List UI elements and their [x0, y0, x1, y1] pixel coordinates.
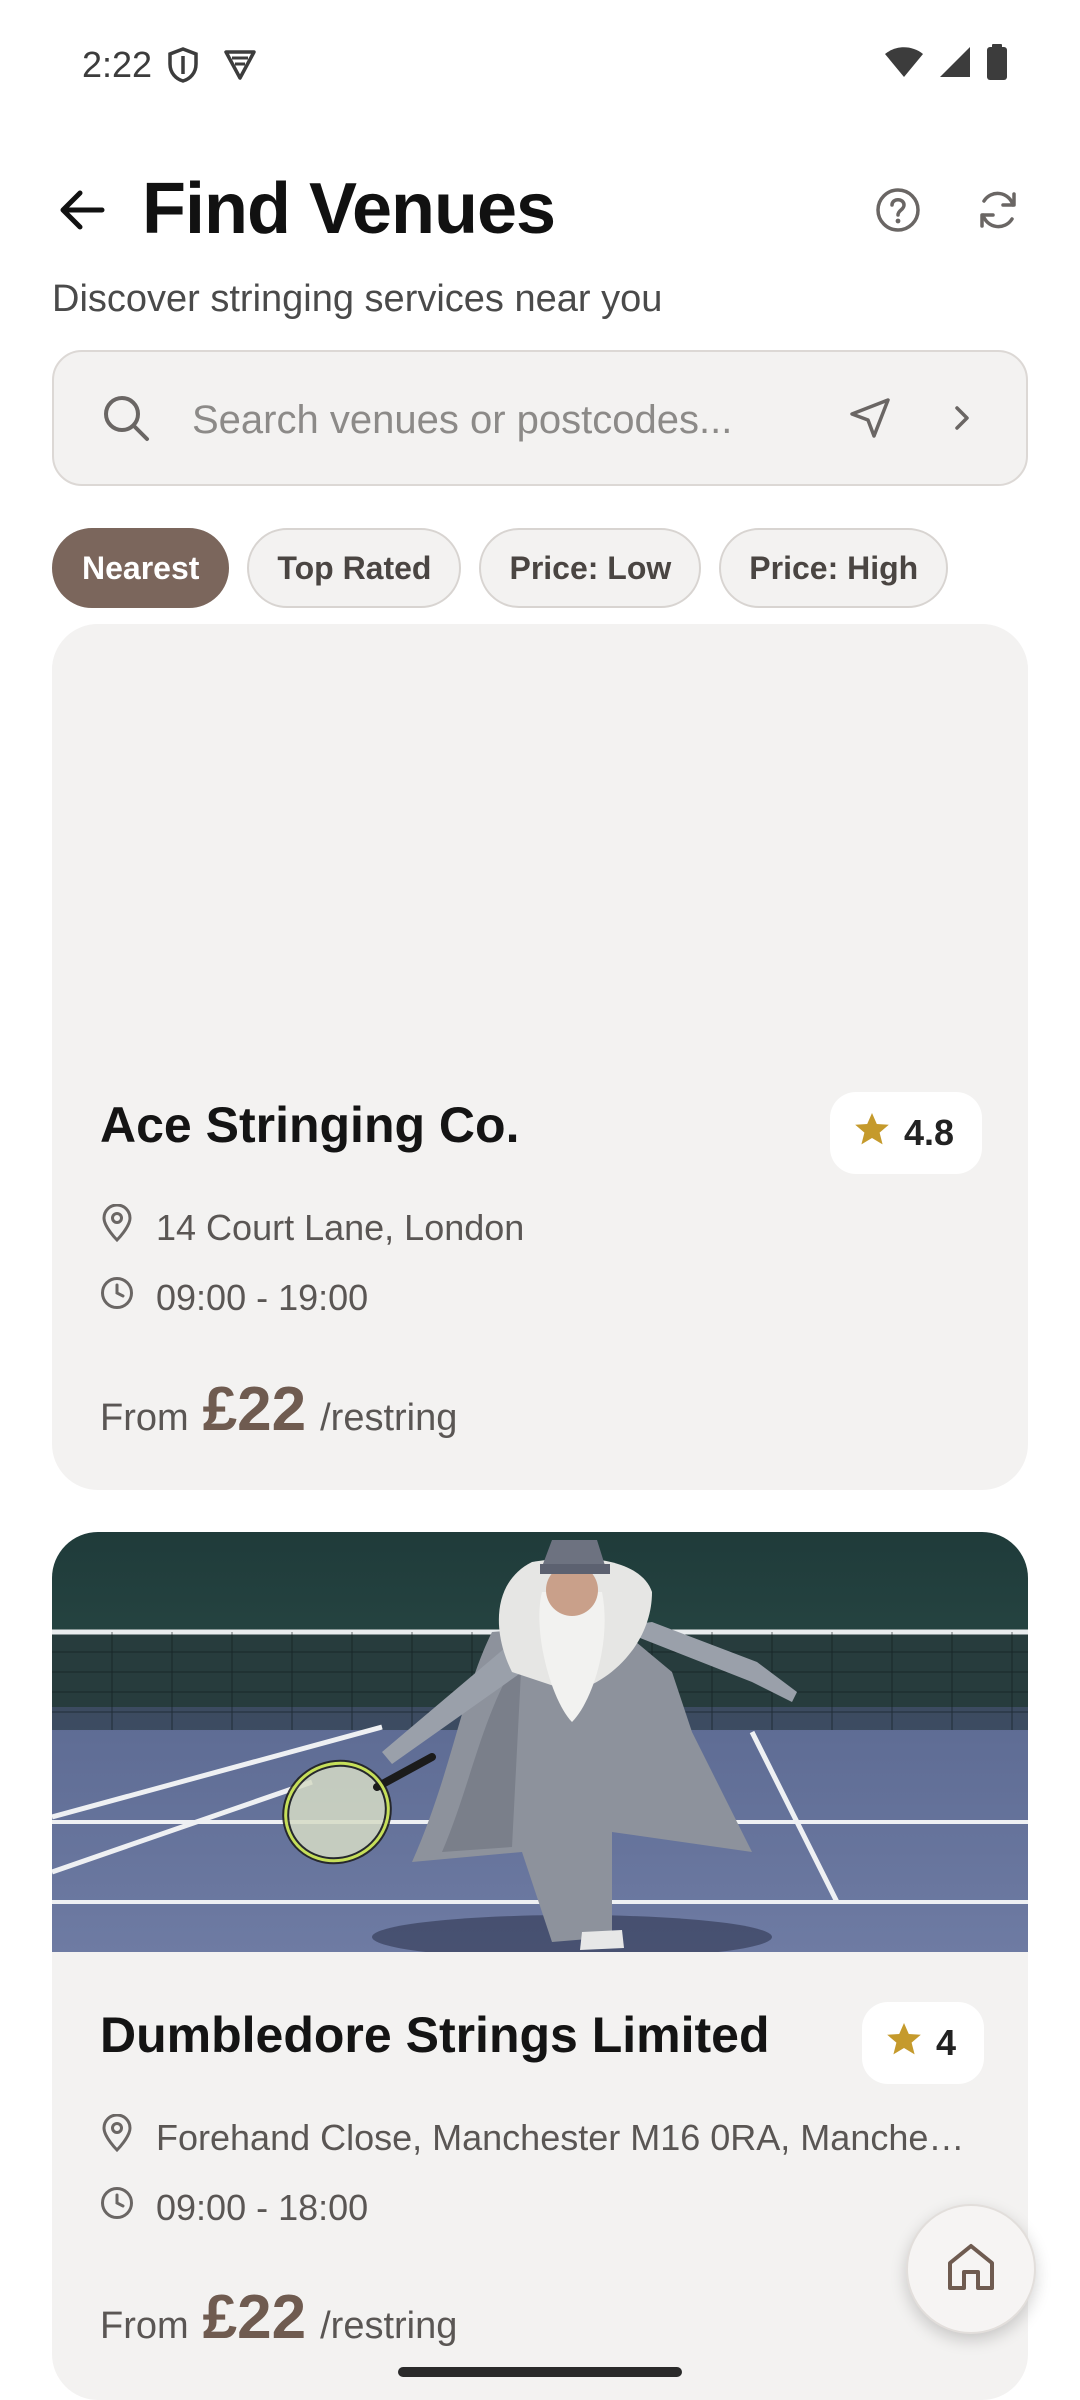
- filter-chips: Nearest Top Rated Price: Low Price: High: [52, 528, 949, 608]
- rating-badge: 4: [862, 2002, 985, 2084]
- price-value: £22: [202, 2283, 307, 2352]
- signal-icon: [938, 45, 972, 84]
- status-bar: 2:22: [0, 0, 1080, 130]
- price-prefix: From: [100, 1397, 189, 1439]
- venue-address: 14 Court Lane, London: [156, 1206, 525, 1248]
- header: Find Venues: [0, 160, 1080, 270]
- status-left-icons: [166, 46, 258, 89]
- price-row: From £22 /restring: [100, 2282, 457, 2353]
- status-right-icons: [884, 44, 1008, 85]
- help-button[interactable]: [866, 180, 930, 244]
- hours-row: 09:00 - 19:00: [100, 1276, 368, 1319]
- venue-image: [52, 1532, 1028, 1952]
- search-icon: [100, 392, 152, 449]
- price-unit: /restring: [320, 1397, 458, 1439]
- wifi-icon: [884, 45, 924, 84]
- rating-badge: 4.8: [830, 1092, 983, 1174]
- address-row: 14 Court Lane, London: [100, 1203, 525, 1251]
- price-row: From £22 /restring: [100, 1374, 457, 1445]
- page-title: Find Venues: [142, 169, 556, 249]
- clock-icon: [100, 1276, 134, 1319]
- price-prefix: From: [100, 2305, 189, 2347]
- gesture-nav-handle[interactable]: [398, 2367, 682, 2377]
- search-input[interactable]: [192, 382, 812, 458]
- status-time: 2:22: [82, 44, 153, 85]
- shield-icon: [166, 46, 200, 89]
- search-bar: [52, 350, 1028, 486]
- venue-address: Forehand Close, Manchester M16 0RA, Manc…: [156, 2116, 976, 2158]
- hours-row: 09:00 - 18:00: [100, 2186, 368, 2229]
- venue-card[interactable]: Ace Stringing Co. 4.8 14 Court Lane, Lon…: [52, 624, 1028, 1490]
- venue-card[interactable]: Dumbledore Strings Limited 4 Forehand Cl…: [52, 1532, 1028, 2400]
- rating-value: 4: [936, 2022, 957, 2063]
- venue-image-placeholder: [52, 624, 1028, 1044]
- star-icon: [854, 1112, 890, 1155]
- vpn-icon: [222, 46, 258, 89]
- use-location-button[interactable]: [838, 388, 902, 452]
- back-button[interactable]: [52, 182, 112, 242]
- chip-nearest[interactable]: Nearest: [52, 528, 230, 608]
- location-pin-icon: [100, 2113, 134, 2161]
- venue-name: Dumbledore Strings Limited: [100, 2007, 770, 2063]
- home-button[interactable]: [906, 2204, 1036, 2334]
- home-icon: [943, 2239, 999, 2300]
- help-icon: [874, 186, 922, 239]
- clock-icon: [100, 2186, 134, 2229]
- price-value: £22: [202, 1375, 307, 1444]
- navigation-arrow-icon: [848, 396, 892, 445]
- venue-hours: 09:00 - 18:00: [156, 2186, 369, 2228]
- page-subtitle: Discover stringing services near you: [52, 278, 663, 320]
- back-arrow-icon: [58, 188, 106, 237]
- chip-top-rated[interactable]: Top Rated: [247, 528, 462, 608]
- refresh-button[interactable]: [966, 180, 1030, 244]
- star-icon: [886, 2022, 922, 2065]
- chip-price-low[interactable]: Price: Low: [479, 528, 702, 608]
- chevron-right-icon: [947, 403, 977, 438]
- refresh-icon: [975, 187, 1021, 238]
- battery-icon: [986, 44, 1008, 85]
- location-pin-icon: [100, 1203, 134, 1251]
- search-submit-button[interactable]: [930, 388, 994, 452]
- address-row: Forehand Close, Manchester M16 0RA, Manc…: [100, 2113, 976, 2161]
- venue-name: Ace Stringing Co.: [100, 1097, 520, 1153]
- venue-hours: 09:00 - 19:00: [156, 1276, 369, 1318]
- rating-value: 4.8: [904, 1112, 955, 1153]
- price-unit: /restring: [320, 2305, 458, 2347]
- chip-price-high[interactable]: Price: High: [719, 528, 949, 608]
